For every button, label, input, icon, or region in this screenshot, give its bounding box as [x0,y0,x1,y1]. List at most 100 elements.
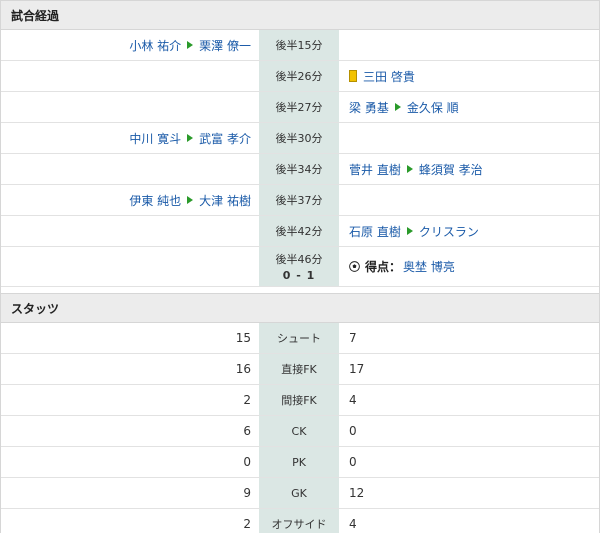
away-stat-value: 4 [349,517,357,531]
player-link[interactable]: 中川 寛斗 [129,130,181,147]
away-event [339,30,599,60]
home-stat-value: 2 [243,393,251,407]
player-link[interactable]: 栗澤 僚一 [199,37,251,54]
substitution-arrow-icon [187,41,194,49]
home-stat: 0 [1,447,259,477]
event-row: 後半42分 石原 直樹 クリスラン [1,216,599,247]
home-stat: 2 [1,385,259,415]
away-stat-value: 0 [349,424,357,438]
stat-label: CK [291,424,307,438]
home-event [1,154,259,184]
event-time-cell: 後半15分 [259,30,339,60]
event-time: 後半46分 [275,253,323,266]
away-stat-value: 7 [349,331,357,345]
home-event [1,216,259,246]
event-time-cell: 後半30分 [259,123,339,153]
home-stat-value: 16 [235,362,251,376]
stat-label-cell: PK [259,447,339,477]
away-stat: 12 [339,478,599,508]
home-stat: 15 [1,323,259,353]
event-row: 小林 祐介 栗澤 僚一 後半15分 [1,30,599,61]
event-time: 後半34分 [275,163,323,176]
stat-label: シュート [277,332,321,345]
home-stat-value: 2 [243,517,251,531]
player-link[interactable]: 蜂須賀 孝治 [419,161,483,178]
away-stat: 4 [339,509,599,533]
away-stat: 7 [339,323,599,353]
away-event: 石原 直樹 クリスラン [339,216,599,246]
event-time-cell: 後半26分 [259,61,339,91]
event-time: 後半42分 [275,225,323,238]
home-stat: 16 [1,354,259,384]
away-event: 菅井 直樹 蜂須賀 孝治 [339,154,599,184]
away-event [339,185,599,215]
home-event: 中川 寛斗 武富 孝介 [1,123,259,153]
stat-label: 直接FK [281,363,317,376]
stat-label-cell: CK [259,416,339,446]
event-row: 中川 寛斗 武富 孝介 後半30分 [1,123,599,154]
section-title-progress: 試合経過 [1,0,599,30]
player-link[interactable]: 伊東 純也 [129,192,181,209]
stat-label: GK [291,486,307,500]
home-event: 伊東 純也 大津 祐樹 [1,185,259,215]
event-time-cell: 後半27分 [259,92,339,122]
player-link[interactable]: 金久保 順 [407,99,459,116]
home-stat-value: 9 [243,486,251,500]
away-event: 三田 啓貴 [339,61,599,91]
event-time: 後半37分 [275,194,323,207]
stat-label-cell: 間接FK [259,385,339,415]
soccer-ball-icon [349,261,360,272]
stat-row: 16 直接FK 17 [1,354,599,385]
stat-label-cell: シュート [259,323,339,353]
player-link[interactable]: 石原 直樹 [349,223,401,240]
away-stat-value: 17 [349,362,365,376]
stat-row: 9 GK 12 [1,478,599,509]
stat-label: 間接FK [281,394,317,407]
match-report: 試合経過 小林 祐介 栗澤 僚一 後半15分 後半26分 三田 啓貴 後半27分… [0,0,600,533]
home-event: 小林 祐介 栗澤 僚一 [1,30,259,60]
stat-row: 15 シュート 7 [1,323,599,354]
player-link[interactable]: 菅井 直樹 [349,161,401,178]
event-time: 後半30分 [275,132,323,145]
yellow-card-icon [349,70,357,82]
away-stat-value: 12 [349,486,365,500]
home-stat-value: 15 [235,331,251,345]
event-time: 後半27分 [275,101,323,114]
player-link[interactable]: クリスラン [419,223,479,240]
stat-label-cell: 直接FK [259,354,339,384]
stat-row: 2 オフサイド 4 [1,509,599,533]
event-row: 後半34分 菅井 直樹 蜂須賀 孝治 [1,154,599,185]
event-time-cell: 後半46分 0 - 1 [259,247,339,286]
event-row: 後半26分 三田 啓貴 [1,61,599,92]
player-link[interactable]: 奥埜 博亮 [403,258,455,275]
player-link[interactable]: 武富 孝介 [199,130,251,147]
event-row: 後半46分 0 - 1 得点： 奥埜 博亮 [1,247,599,287]
event-time: 後半26分 [275,70,323,83]
event-time: 後半15分 [275,39,323,52]
player-link[interactable]: 三田 啓貴 [363,68,415,85]
stat-label-cell: オフサイド [259,509,339,533]
stat-row: 6 CK 0 [1,416,599,447]
home-stat: 6 [1,416,259,446]
away-stat: 0 [339,416,599,446]
event-time-cell: 後半37分 [259,185,339,215]
home-event [1,92,259,122]
substitution-arrow-icon [406,227,413,235]
player-link[interactable]: 小林 祐介 [129,37,181,54]
home-stat-value: 6 [243,424,251,438]
goal-label: 得点： [365,260,402,274]
stat-label: オフサイド [271,518,327,531]
event-time-cell: 後半34分 [259,154,339,184]
home-event [1,247,259,286]
substitution-arrow-icon [187,134,194,142]
away-event: 得点： 奥埜 博亮 [339,247,599,286]
player-link[interactable]: 梁 勇基 [349,99,389,116]
away-stat-value: 0 [349,455,357,469]
away-stat: 0 [339,447,599,477]
away-stat: 17 [339,354,599,384]
home-stat: 2 [1,509,259,533]
away-event [339,123,599,153]
substitution-arrow-icon [187,196,194,204]
home-stat: 9 [1,478,259,508]
player-link[interactable]: 大津 祐樹 [199,192,251,209]
